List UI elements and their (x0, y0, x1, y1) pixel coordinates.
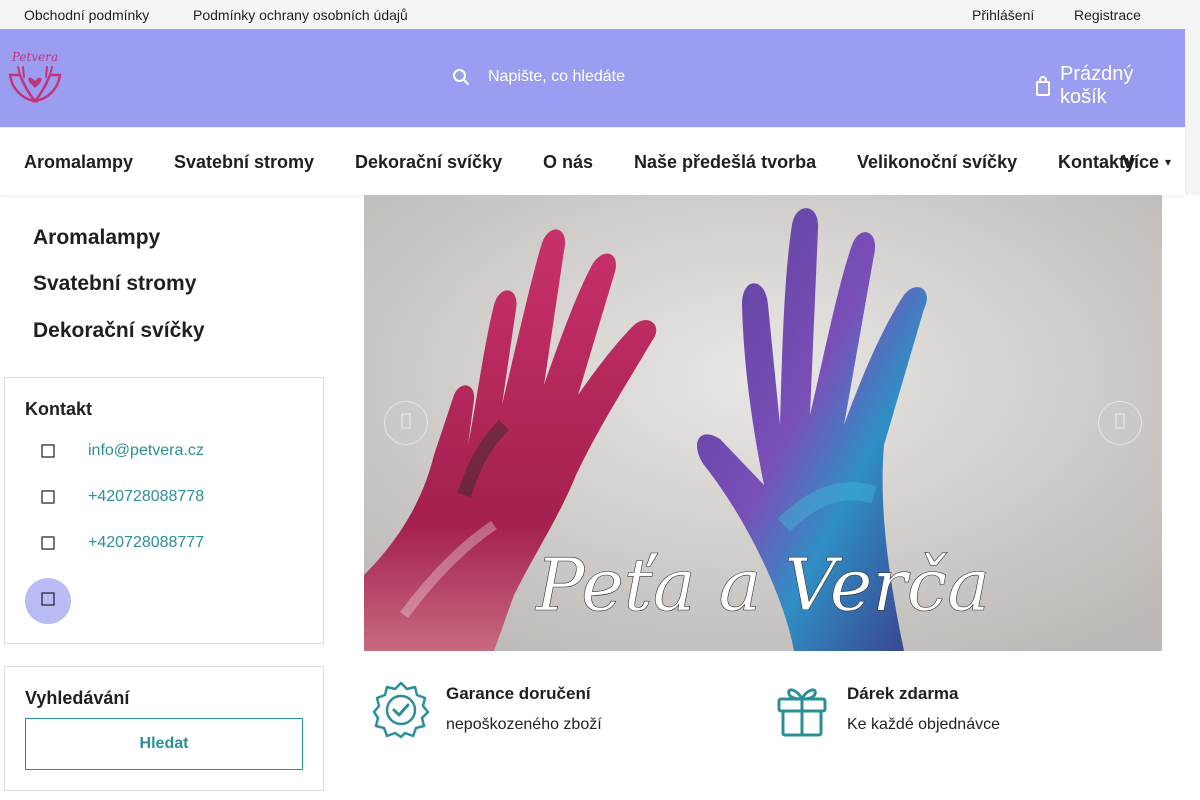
register-link[interactable]: Registrace (1074, 7, 1141, 23)
contact-phone2-row: +420728088777 (25, 534, 204, 552)
link-privacy[interactable]: Podmínky ochrany osobních údajů (193, 7, 408, 23)
topbar: Obchodní podmínky Podmínky ochrany osobn… (0, 0, 1200, 29)
contact-phone1-link[interactable]: +420728088778 (88, 488, 204, 506)
benefit-gift-text: Ke každé objednávce (847, 716, 1000, 733)
sidebar-category-dekoracni-svicky[interactable]: Dekorační svíčky (33, 319, 205, 343)
search-placeholder[interactable]: Napište, co hledáte (488, 68, 625, 86)
site-header: Petvera Napište, co hledáte Prázdný koší… (0, 29, 1185, 127)
facebook-button[interactable] (25, 578, 71, 624)
contact-box: Kontakt info@petvera.cz +420728088778 +4… (4, 377, 324, 644)
banner-title: Peťa a Verča (534, 543, 990, 627)
phone-icon (41, 488, 55, 506)
nav-more-label[interactable]: Více (1122, 152, 1159, 172)
sidebar-category-svatebni-stromy[interactable]: Svatební stromy (33, 272, 196, 296)
cart-label[interactable]: Prázdný košík (1060, 63, 1185, 109)
login-link[interactable]: Přihlášení (972, 7, 1034, 23)
sidebar-category-aromalampy[interactable]: Aromalampy (33, 226, 160, 250)
chevron-down-icon: ▾ (1165, 155, 1172, 169)
facebook-icon (41, 590, 55, 613)
nav-item-svatebni-stromy[interactable]: Svatební stromy (174, 152, 314, 173)
nav-item-aromalampy[interactable]: Aromalampy (24, 152, 133, 173)
search-box-title: Vyhledávání (25, 688, 130, 708)
chevron-right-icon (1115, 413, 1125, 434)
logo-wordmark: Petvera (11, 50, 58, 64)
slider-prev-button[interactable] (384, 401, 428, 445)
benefit-delivery-title: Garance doručení (446, 684, 591, 703)
badge-check-icon (372, 681, 430, 739)
contact-phone1-row: +420728088778 (25, 488, 204, 506)
header-search[interactable]: Napište, co hledáte (452, 65, 625, 89)
cart-button[interactable]: Prázdný košík (1036, 63, 1185, 109)
scroll-strip (1185, 29, 1200, 195)
benefit-gift: Dárek zdarma Ke každé objednávce (773, 681, 1000, 739)
nav-item-dekoracni-svicky[interactable]: Dekorační svíčky (355, 152, 502, 173)
benefit-delivery-text: nepoškozeného zboží (446, 716, 602, 733)
nav-item-o-nas[interactable]: O nás (543, 152, 593, 173)
nav-item-predesla-tvorba[interactable]: Naše předešlá tvorba (634, 152, 816, 173)
nav-more[interactable]: Více ▾ (1122, 152, 1171, 173)
phone-icon (41, 534, 55, 552)
benefit-delivery: Garance doručení nepoškozeného zboží (372, 681, 602, 739)
search-icon (452, 68, 470, 86)
slider-next-button[interactable] (1098, 401, 1142, 445)
mail-icon (41, 442, 55, 460)
benefit-gift-title: Dárek zdarma (847, 684, 959, 703)
main-nav: Aromalampy Svatební stromy Dekorační sví… (0, 127, 1185, 195)
contact-phone2-link[interactable]: +420728088777 (88, 534, 204, 552)
hero-image: Peťa a Verča (364, 195, 1162, 651)
contact-email-row: info@petvera.cz (25, 442, 204, 460)
site-logo[interactable]: Petvera (6, 45, 64, 103)
link-terms[interactable]: Obchodní podmínky (24, 7, 149, 23)
nav-item-velikonocni-svicky[interactable]: Velikonoční svíčky (857, 152, 1017, 173)
search-box: Vyhledávání Hledat (4, 666, 324, 791)
contact-email-link[interactable]: info@petvera.cz (88, 442, 204, 460)
contact-title: Kontakt (25, 399, 92, 419)
gift-icon (773, 681, 831, 739)
search-submit-button[interactable]: Hledat (25, 718, 303, 770)
cart-icon (1036, 76, 1050, 96)
hero-banner: Peťa a Verča (364, 195, 1162, 651)
chevron-left-icon (401, 413, 411, 434)
